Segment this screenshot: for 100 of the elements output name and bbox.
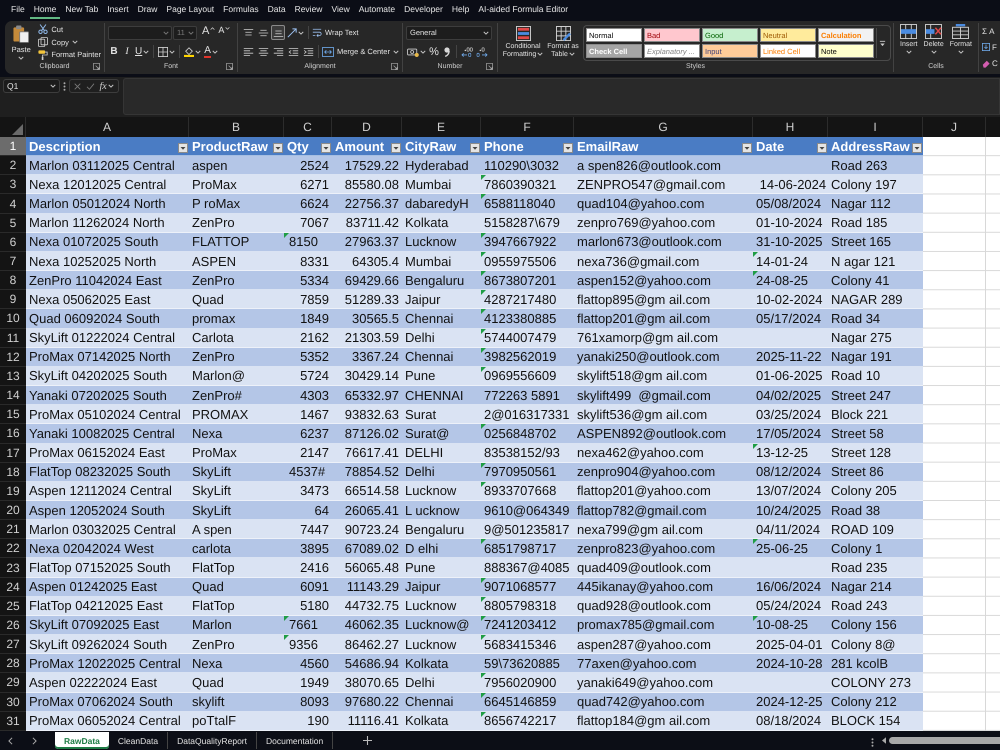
align-right-icon (272, 46, 284, 56)
ribbon-tab[interactable]: Data (264, 1, 290, 19)
row-header[interactable]: 27 (0, 635, 26, 654)
row-header[interactable]: 3 (0, 175, 26, 194)
filter-dropdown-icon[interactable] (273, 143, 283, 154)
ribbon-tab[interactable]: Automate (354, 1, 400, 19)
ribbon-tab[interactable]: Insert (103, 1, 133, 19)
table-cell: SkyLift (192, 483, 232, 498)
row-header[interactable]: 12 (0, 348, 26, 367)
dialog-launcher-icon[interactable] (391, 63, 398, 70)
horizontal-scrollbar[interactable] (882, 736, 1000, 745)
filter-dropdown-icon[interactable] (912, 143, 922, 154)
more-options-icon[interactable] (871, 738, 874, 746)
row-header[interactable]: 7 (0, 252, 26, 272)
dialog-launcher-icon[interactable] (486, 63, 493, 70)
borders-button[interactable] (157, 44, 176, 59)
sheet-tab[interactable]: CleanData (108, 732, 168, 749)
ribbon-tab[interactable]: Review (290, 1, 326, 19)
ribbon-tab[interactable]: Formulas (219, 1, 263, 19)
row-header[interactable]: 13 (0, 366, 26, 386)
row-header[interactable]: 17 (0, 444, 26, 463)
sheet-tab[interactable]: RawData (55, 732, 109, 749)
row-header[interactable]: 16 (0, 424, 26, 444)
scrollbar-thumb[interactable] (889, 737, 1000, 744)
row-header[interactable]: 20 (0, 500, 26, 520)
gallery-more-button[interactable] (876, 28, 888, 58)
row-header[interactable]: 5 (0, 214, 26, 233)
clear-button[interactable]: C (982, 58, 1000, 70)
row-header[interactable]: 26 (0, 616, 26, 636)
more-options-icon[interactable] (63, 82, 66, 91)
ribbon-tab[interactable]: AI-aided Formula Editor (474, 1, 572, 19)
row-header[interactable]: 19 (0, 482, 26, 501)
fill-down-icon (982, 43, 990, 52)
ribbon-tab[interactable]: View (327, 1, 354, 19)
row-header[interactable]: 1 (0, 137, 26, 156)
row-header[interactable]: 28 (0, 654, 26, 674)
table-cell: 0969556609 (484, 368, 556, 384)
row-header[interactable]: 24 (0, 578, 26, 597)
table-cell-text: 3895 (299, 540, 329, 556)
increase-font-size-button[interactable]: A (201, 25, 216, 40)
row-header[interactable]: 14 (0, 386, 26, 406)
sheet-tab[interactable]: DataQualityReport (168, 732, 257, 749)
name-box[interactable]: Q1 (3, 79, 60, 93)
formula-input[interactable] (123, 78, 1000, 115)
ribbon-tab[interactable]: Page Layout (162, 1, 218, 19)
error-indicator-icon[interactable] (481, 328, 486, 334)
ribbon-tab[interactable]: Help (448, 1, 474, 19)
row-header[interactable]: 23 (0, 558, 26, 578)
dialog-launcher-icon[interactable] (226, 63, 233, 70)
ribbon-tab[interactable]: Home (30, 1, 60, 19)
select-all-icon[interactable] (12, 124, 23, 135)
row-header[interactable]: 9 (0, 290, 26, 310)
font-color-button[interactable]: A (203, 44, 219, 59)
filter-dropdown-icon[interactable] (391, 143, 401, 154)
error-indicator-icon[interactable] (481, 616, 486, 621)
fill-button[interactable]: F (982, 42, 1000, 53)
filter-dropdown-icon[interactable] (742, 143, 752, 154)
bold-button[interactable]: B (108, 44, 120, 59)
ribbon-tab[interactable]: New Tab (61, 1, 102, 19)
filter-dropdown-icon[interactable] (817, 143, 827, 154)
row-header[interactable]: 10 (0, 309, 26, 329)
dialog-launcher-icon[interactable] (93, 63, 100, 70)
decrease-font-size-button[interactable]: A (217, 25, 232, 40)
checkmark-icon[interactable] (86, 82, 95, 90)
row-header[interactable]: 25 (0, 596, 26, 616)
cancel-icon[interactable] (74, 82, 82, 90)
filter-dropdown-icon[interactable] (178, 143, 188, 154)
filter-dropdown-icon[interactable] (470, 143, 480, 154)
column-header[interactable]: J (923, 117, 986, 137)
ribbon-tab[interactable]: File (7, 1, 29, 19)
row-header[interactable]: 18 (0, 462, 26, 482)
row-header[interactable]: 11 (0, 328, 26, 348)
filter-dropdown-icon[interactable] (563, 143, 573, 154)
chevron-right-icon[interactable] (32, 736, 37, 744)
percent-style-button[interactable]: % (428, 44, 440, 59)
ribbon-tab[interactable]: Developer (400, 1, 447, 19)
scroll-left-icon[interactable] (882, 737, 886, 744)
insert-function-button[interactable]: fx (99, 80, 114, 92)
row-header[interactable]: 21 (0, 520, 26, 540)
table-cell: ZenPro 11042024 East (29, 272, 162, 288)
italic-button[interactable]: I (121, 44, 133, 59)
row-header[interactable]: 31 (0, 712, 26, 731)
underline-button[interactable]: U (134, 44, 150, 59)
table-cell: ProMax 12022025 Central (29, 656, 181, 671)
autosum-button[interactable]: Σ A (982, 26, 1000, 37)
row-header[interactable]: 30 (0, 692, 26, 712)
row-header[interactable]: 15 (0, 405, 26, 424)
sheet-tab[interactable]: Documentation (257, 732, 334, 749)
plus-icon[interactable] (363, 736, 372, 745)
row-header[interactable]: 6 (0, 232, 26, 252)
row-header[interactable]: 2 (0, 156, 26, 176)
error-indicator-icon[interactable] (481, 462, 486, 468)
chevron-left-icon[interactable] (8, 736, 13, 744)
row-header[interactable]: 29 (0, 673, 26, 693)
row-header[interactable]: 4 (0, 194, 26, 214)
row-header[interactable]: 22 (0, 539, 26, 558)
align-bottom-button[interactable] (271, 25, 285, 40)
row-header[interactable]: 8 (0, 271, 26, 290)
filter-dropdown-icon[interactable] (321, 143, 331, 154)
ribbon-tab[interactable]: Draw (134, 1, 162, 19)
